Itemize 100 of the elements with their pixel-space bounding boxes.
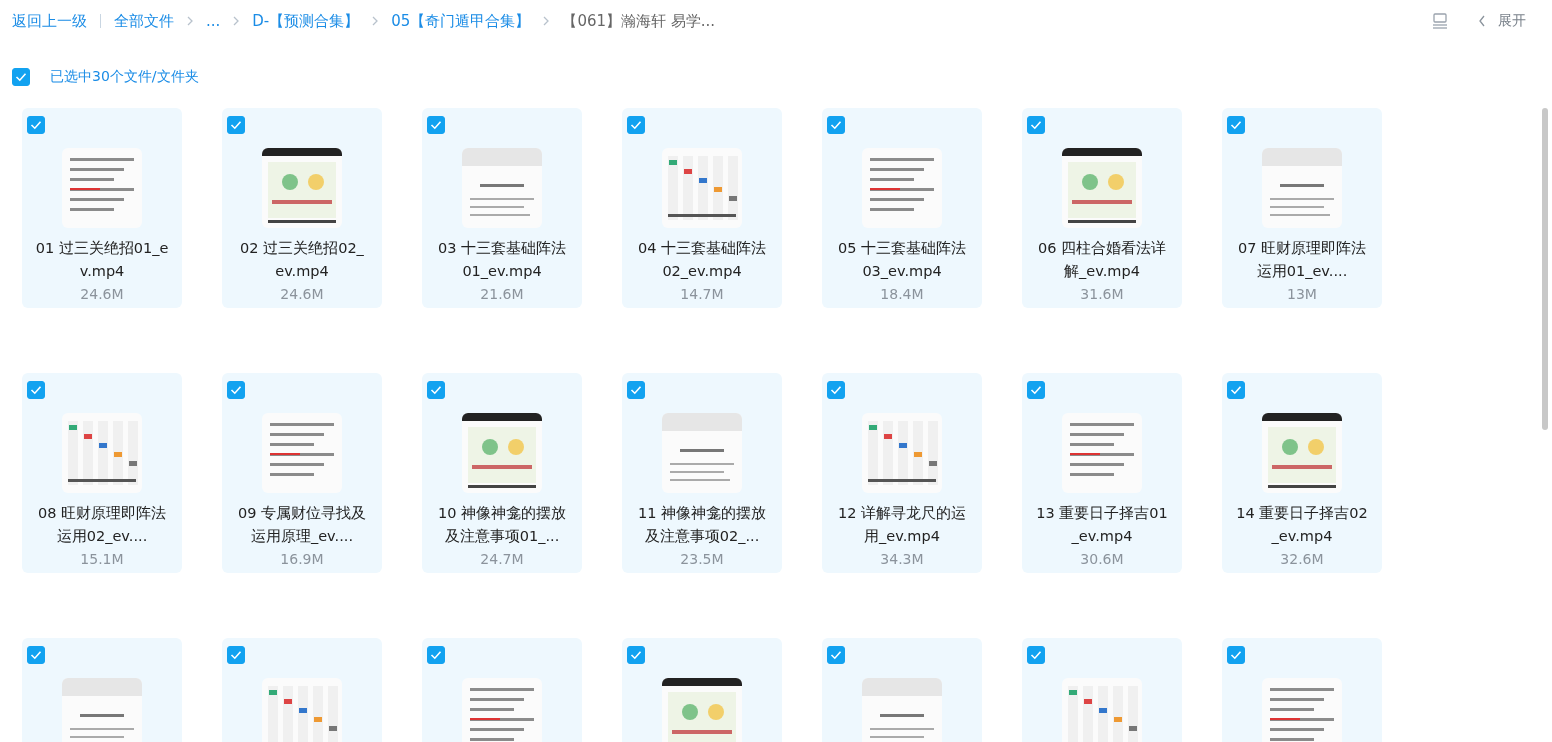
file-checkbox[interactable] <box>1227 116 1245 134</box>
file-card[interactable]: 01 过三关绝招01_e v.mp4 24.6M <box>22 108 182 308</box>
select-all-checkbox[interactable] <box>12 68 30 86</box>
file-name: 02_ev.mp4 <box>662 262 742 281</box>
file-checkbox[interactable] <box>427 116 445 134</box>
file-name: 02 过三关绝招02_ <box>240 239 364 258</box>
file-name: 11 神像神龛的摆放 <box>637 504 767 523</box>
check-icon <box>1230 385 1242 395</box>
file-size: 14.7M <box>680 286 724 302</box>
file-name: 13 重要日子择吉01 <box>1036 504 1168 523</box>
file-checkbox[interactable] <box>627 646 645 664</box>
file-checkbox[interactable] <box>427 381 445 399</box>
file-checkbox[interactable] <box>27 116 45 134</box>
file-card[interactable]: 02 过三关绝招02_ ev.mp4 24.6M <box>222 108 382 308</box>
file-checkbox[interactable] <box>1227 381 1245 399</box>
file-size: 15.1M <box>80 551 124 567</box>
file-checkbox[interactable] <box>827 381 845 399</box>
file-size: 32.6M <box>1280 551 1324 567</box>
file-name: 及注意事项01_... <box>444 527 560 546</box>
breadcrumb-link[interactable]: 05【奇门遁甲合集】 <box>391 11 531 31</box>
check-icon <box>230 385 242 395</box>
check-icon <box>630 650 642 660</box>
file-card[interactable]: 05 十三套基础阵法 03_ev.mp4 18.4M <box>822 108 982 308</box>
file-name: _ev.mp4 <box>1271 527 1333 546</box>
breadcrumb-link[interactable]: ... <box>206 12 221 30</box>
check-icon <box>630 120 642 130</box>
chevron-right-icon <box>371 16 380 26</box>
file-card[interactable]: 08 旺财原理即阵法 运用02_ev.... 15.1M <box>22 373 182 573</box>
check-icon <box>230 650 242 660</box>
file-name: 用_ev.mp4 <box>864 527 940 546</box>
file-card[interactable]: 11 神像神龛的摆放 及注意事项02_... 23.5M <box>622 373 782 573</box>
file-size: 21.6M <box>480 286 524 302</box>
file-checkbox[interactable] <box>627 381 645 399</box>
check-icon <box>1230 650 1242 660</box>
chevron-left-icon <box>1478 15 1486 27</box>
list-view-icon[interactable] <box>1432 13 1448 29</box>
file-name: 01_ev.mp4 <box>462 262 542 281</box>
file-name: 12 详解寻龙尺的运 <box>837 504 967 523</box>
check-icon <box>430 385 442 395</box>
file-size: 34.3M <box>880 551 924 567</box>
chevron-right-icon <box>542 16 551 26</box>
check-icon <box>230 120 242 130</box>
file-name: 运用原理_ev.... <box>250 527 354 546</box>
breadcrumb-link[interactable]: 【061】瀚海轩 易学... <box>562 11 716 31</box>
check-icon <box>1230 120 1242 130</box>
file-checkbox[interactable] <box>827 116 845 134</box>
back-link[interactable]: 返回上一级 <box>12 11 87 31</box>
file-size: 24.7M <box>480 551 524 567</box>
file-size: 23.5M <box>680 551 724 567</box>
file-size: 18.4M <box>880 286 924 302</box>
file-size: 24.6M <box>80 286 124 302</box>
file-checkbox[interactable] <box>627 116 645 134</box>
file-card[interactable]: 10 神像神龛的摆放 及注意事项01_... 24.7M <box>422 373 582 573</box>
file-name: 解_ev.mp4 <box>1064 262 1140 281</box>
file-name: 运用01_ev.... <box>1256 262 1348 281</box>
file-checkbox[interactable] <box>227 381 245 399</box>
file-checkbox[interactable] <box>27 381 45 399</box>
check-icon <box>30 385 42 395</box>
breadcrumb-link[interactable]: 全部文件 <box>114 11 174 31</box>
file-checkbox[interactable] <box>1027 381 1045 399</box>
check-icon <box>1030 650 1042 660</box>
check-icon <box>630 385 642 395</box>
file-size: 16.9M <box>280 551 324 567</box>
file-name: 07 旺财原理即阵法 <box>1237 239 1367 258</box>
file-size: 31.6M <box>1080 286 1124 302</box>
file-card[interactable]: 09 专属财位寻找及 运用原理_ev.... 16.9M <box>222 373 382 573</box>
file-card[interactable]: 14 重要日子择吉02 _ev.mp4 32.6M <box>1222 373 1382 573</box>
file-size: 13M <box>1287 286 1317 302</box>
check-icon <box>30 120 42 130</box>
file-checkbox[interactable] <box>1027 116 1045 134</box>
file-checkbox[interactable] <box>227 116 245 134</box>
check-icon <box>430 120 442 130</box>
file-name: 运用02_ev.... <box>56 527 148 546</box>
file-card[interactable]: 06 四柱合婚看法详 解_ev.mp4 31.6M <box>1022 108 1182 308</box>
file-name: 03_ev.mp4 <box>862 262 942 281</box>
file-name: 06 四柱合婚看法详 <box>1037 239 1167 258</box>
file-card[interactable]: 12 详解寻龙尺的运 用_ev.mp4 34.3M <box>822 373 982 573</box>
file-checkbox[interactable] <box>827 646 845 664</box>
file-checkbox[interactable] <box>1027 646 1045 664</box>
file-card[interactable]: 13 重要日子择吉01 _ev.mp4 30.6M <box>1022 373 1182 573</box>
check-icon <box>830 385 842 395</box>
file-name: 09 专属财位寻找及 <box>237 504 367 523</box>
expand-button[interactable]: 展开 <box>1478 12 1526 30</box>
file-checkbox[interactable] <box>27 646 45 664</box>
file-name: 03 十三套基础阵法 <box>437 239 567 258</box>
check-icon <box>430 650 442 660</box>
file-name: 05 十三套基础阵法 <box>837 239 967 258</box>
file-card[interactable]: 04 十三套基础阵法 02_ev.mp4 14.7M <box>622 108 782 308</box>
breadcrumb-link[interactable]: D-【预测合集】 <box>252 11 360 31</box>
file-name: 10 神像神龛的摆放 <box>437 504 567 523</box>
file-card[interactable]: 07 旺财原理即阵法 运用01_ev.... 13M <box>1222 108 1382 308</box>
file-checkbox[interactable] <box>427 646 445 664</box>
check-icon <box>830 650 842 660</box>
file-checkbox[interactable] <box>1227 646 1245 664</box>
file-checkbox[interactable] <box>227 646 245 664</box>
file-name: v.mp4 <box>79 262 125 281</box>
scrollbar[interactable] <box>1542 108 1548 430</box>
check-icon <box>830 120 842 130</box>
chevron-right-icon <box>232 16 241 26</box>
file-card[interactable]: 03 十三套基础阵法 01_ev.mp4 21.6M <box>422 108 582 308</box>
